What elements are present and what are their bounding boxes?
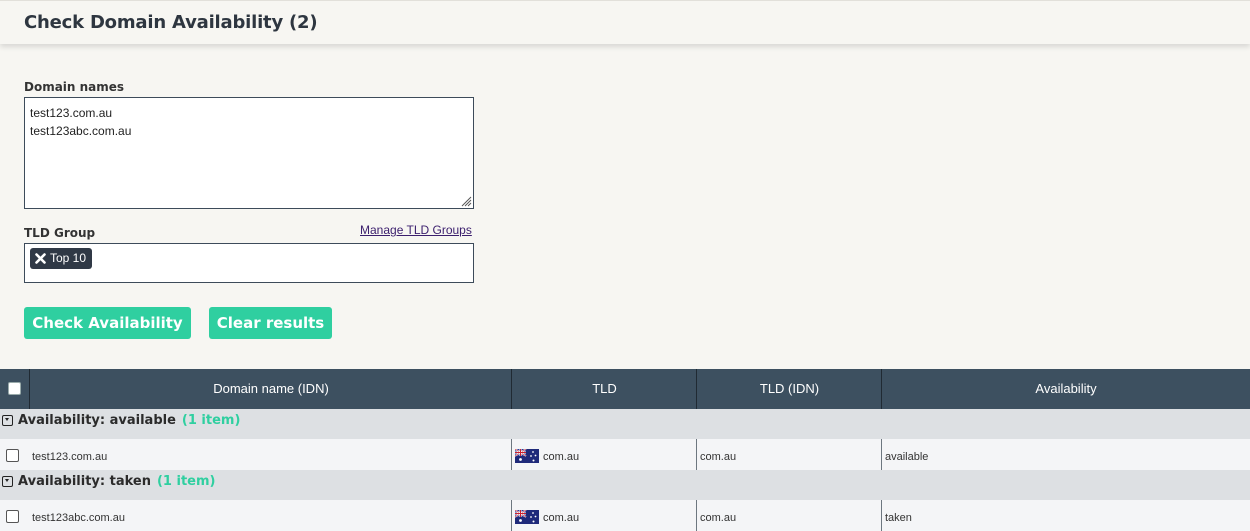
check-form: Domain names test123.com.au test123abc.c… [0,44,1250,369]
results-grid: Domain name (IDN) TLD TLD (IDN) Availabi… [0,369,1250,531]
group-count: (1 item) [156,474,216,489]
australia-flag-icon [515,510,539,525]
domain-line: test123.com.au [30,106,113,120]
group-count: (1 item) [181,413,241,428]
cell-tld-text: com.au [543,451,580,463]
group-row-taken: Availability: taken (1 item) [0,470,1250,500]
group-row-available: Availability: available (1 item) [0,409,1250,439]
column-header-domain[interactable]: Domain name (IDN) [29,369,512,409]
australia-flag-icon [515,449,539,464]
cell-tld: com.au [511,500,697,531]
group-title: Availability: available (1 item) [18,409,240,433]
domain-line: test123abc.com.au [30,124,132,138]
close-icon[interactable] [35,253,46,264]
manage-tld-groups-link[interactable]: Manage TLD Groups [360,223,472,237]
tld-group-label: TLD Group [24,226,96,240]
group-value: taken [109,474,151,489]
cell-domain: test123.com.au [32,451,108,463]
page-title-text: Check Domain Availability [24,12,283,33]
tld-tag: Top 10 [30,248,93,269]
cell-tld-idn: com.au [696,500,882,531]
table-row[interactable]: test123abc.com.au com.au com.au taken [0,500,1250,531]
select-all-checkbox[interactable] [8,382,21,395]
row-checkbox[interactable] [6,449,19,462]
row-select-cell [0,500,29,531]
page-title-count: (2) [289,12,318,33]
table-row[interactable]: test123.com.au com.au com.au available [0,439,1250,470]
clear-results-button[interactable]: Clear results [209,307,332,339]
cell-tld: com.au [511,439,697,470]
group-value: available [109,413,176,428]
column-header-availability[interactable]: Availability [881,369,1250,409]
column-header-tld-idn[interactable]: TLD (IDN) [696,369,882,409]
page-header: Check Domain Availability (2) [0,0,1250,44]
collapse-icon[interactable] [2,415,13,426]
page-title: Check Domain Availability (2) [24,12,318,33]
column-header-tld[interactable]: TLD [511,369,697,409]
collapse-icon[interactable] [2,476,13,487]
group-label: Availability: [18,413,106,428]
row-checkbox[interactable] [6,510,19,523]
group-title: Availability: taken (1 item) [18,470,215,494]
cell-tld-text: com.au [543,512,580,524]
tld-tag-label: Top 10 [50,251,87,265]
cell-availability: available [881,439,1250,470]
cell-availability: taken [881,500,1250,531]
header-select-cell [0,369,29,409]
cell-tld-idn: com.au [696,439,882,470]
resize-grip-icon[interactable] [460,195,472,207]
grid-header: Domain name (IDN) TLD TLD (IDN) Availabi… [0,369,1250,409]
domain-names-label: Domain names [24,80,125,94]
group-label: Availability: [18,474,106,489]
row-select-cell [0,439,29,470]
cell-domain: test123abc.com.au [32,512,125,524]
domain-names-textarea[interactable]: test123.com.au test123abc.com.au [24,97,474,209]
check-availability-button[interactable]: Check Availability [24,307,191,339]
tld-group-select[interactable]: Top 10 [24,243,474,283]
